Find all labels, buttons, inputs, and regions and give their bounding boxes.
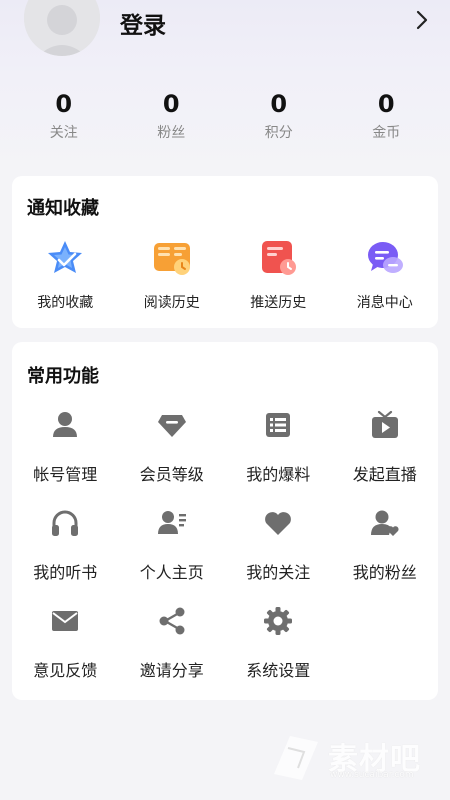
chevron-right-icon[interactable] — [412, 8, 432, 32]
default-avatar-icon — [24, 0, 100, 56]
item-label: 我的收藏 — [37, 295, 94, 311]
item-label: 邀请分享 — [139, 661, 204, 680]
watermark-logo-icon — [274, 736, 318, 780]
profile-card-icon — [157, 511, 186, 534]
stat-label: 粉丝 — [157, 125, 186, 141]
headphones-icon — [52, 510, 79, 536]
item-label: 我的听书 — [33, 563, 98, 582]
my-reports-item[interactable]: 我的爆料 — [225, 408, 332, 506]
item-label: 个人主页 — [139, 563, 204, 582]
account-manage-item[interactable]: 帐号管理 — [12, 408, 119, 506]
item-label: 我的爆料 — [246, 465, 311, 484]
message-center-item[interactable]: 消息中心 — [332, 238, 439, 312]
notify-collect-card: 通知收藏 我的收藏 阅读历史 推送历史 消息中心 — [12, 176, 438, 328]
tv-play-icon — [371, 410, 398, 438]
stat-fans[interactable]: 0 粉丝 — [118, 88, 226, 148]
stat-label: 关注 — [49, 125, 78, 141]
item-label: 我的关注 — [246, 563, 311, 582]
reading-history-item[interactable]: 阅读历史 — [119, 238, 226, 312]
stat-value: 0 — [377, 90, 395, 118]
fan-heart-icon — [370, 510, 399, 536]
feedback-item[interactable]: 意见反馈 — [12, 604, 119, 702]
audiobooks-item[interactable]: 我的听书 — [12, 506, 119, 604]
card-title: 常用功能 — [27, 366, 99, 387]
my-favorites-item[interactable]: 我的收藏 — [12, 238, 119, 312]
system-settings-item[interactable]: 系统设置 — [225, 604, 332, 702]
my-fans-item[interactable]: 我的粉丝 — [332, 506, 439, 604]
diamond-icon — [157, 415, 186, 437]
stat-label: 积分 — [264, 125, 293, 141]
item-label: 会员等级 — [139, 465, 204, 484]
item-label: 意见反馈 — [33, 661, 98, 680]
person-icon — [53, 412, 78, 437]
book-icon — [153, 243, 190, 275]
item-label: 推送历史 — [250, 295, 307, 311]
item-label: 发起直播 — [352, 465, 417, 484]
item-label: 阅读历史 — [143, 295, 200, 311]
watermark: 素材吧 www.sucaibar.com — [268, 728, 438, 784]
stat-points[interactable]: 0 积分 — [225, 88, 333, 148]
push-history-icon — [262, 241, 297, 275]
member-level-item[interactable]: 会员等级 — [119, 408, 226, 506]
heart-icon — [265, 512, 292, 535]
my-follows-item[interactable]: 我的关注 — [225, 506, 332, 604]
watermark-url: www.sucaibar.com — [330, 770, 414, 780]
message-icon — [367, 242, 403, 273]
stat-value: 0 — [55, 90, 73, 118]
stat-value: 0 — [162, 90, 180, 118]
gear-icon — [264, 607, 293, 635]
item-label: 消息中心 — [356, 295, 413, 311]
list-icon — [266, 413, 291, 437]
avatar[interactable] — [24, 0, 100, 56]
personal-homepage-item[interactable]: 个人主页 — [119, 506, 226, 604]
start-live-item[interactable]: 发起直播 — [332, 408, 439, 506]
item-label: 系统设置 — [246, 661, 311, 680]
invite-share-item[interactable]: 邀请分享 — [119, 604, 226, 702]
push-history-item[interactable]: 推送历史 — [225, 238, 332, 312]
stat-value: 0 — [270, 90, 288, 118]
share-icon — [159, 607, 185, 635]
envelope-icon — [52, 611, 79, 631]
stat-following[interactable]: 0 关注 — [10, 88, 118, 148]
card-title: 通知收藏 — [27, 198, 99, 219]
star-icon — [48, 241, 83, 273]
profile-header: 登录 — [0, 0, 450, 60]
item-label: 我的粉丝 — [352, 563, 417, 582]
login-button[interactable]: 登录 — [120, 6, 166, 40]
stats-bar: 0 关注 0 粉丝 0 积分 0 金币 — [10, 88, 440, 148]
stat-coins[interactable]: 0 金币 — [333, 88, 441, 148]
item-label: 帐号管理 — [33, 465, 98, 484]
stat-label: 金币 — [372, 125, 401, 141]
common-functions-card: 常用功能 帐号管理 会员等级 我的爆料 发起直播 我的听书 个人主页 我的关注 … — [12, 342, 438, 700]
